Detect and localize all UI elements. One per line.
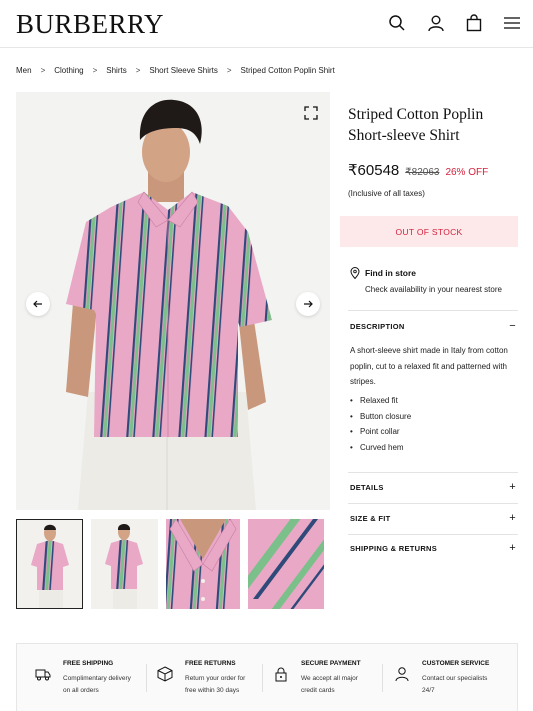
list-item: Relaxed fit (350, 393, 411, 409)
collapse-icon: − (509, 320, 516, 332)
feature-line: on all orders (63, 686, 99, 694)
expand-icon: + (509, 542, 516, 554)
thumbnail-3[interactable] (166, 519, 240, 609)
breadcrumb-separator: > (40, 66, 46, 75)
shipping-returns-accordion-header[interactable]: SHIPPING & RETURNS + (350, 542, 516, 554)
tax-note: (Inclusive of all taxes) (348, 189, 425, 198)
feature-line: credit cards (301, 686, 335, 694)
price-block: ₹60548 ₹82063 26% OFF (348, 161, 488, 179)
divider (146, 664, 147, 692)
account-icon[interactable] (427, 14, 445, 32)
brand-logo[interactable]: BURBERRY (16, 9, 164, 40)
breadcrumb-men[interactable]: Men (16, 66, 32, 75)
product-photo (16, 92, 330, 510)
expand-icon: + (509, 512, 516, 524)
divider (348, 503, 518, 504)
feature-title: CUSTOMER SERVICE (422, 660, 490, 667)
description-accordion-header[interactable]: DESCRIPTION − (350, 320, 516, 332)
list-item: Curved hem (350, 440, 411, 456)
product-title: Striped Cotton Poplin Short-sleeve Shirt (348, 104, 523, 146)
feature-list: Relaxed fit Button closure Point collar … (350, 393, 411, 456)
thumbnail-strip (16, 519, 324, 609)
lock-icon (275, 667, 287, 682)
thumbnail-2[interactable] (91, 519, 158, 609)
feature-title: SECURE PAYMENT (301, 660, 361, 667)
feature-title: FREE SHIPPING (63, 660, 114, 667)
arrow-right-icon (304, 300, 313, 308)
box-icon (157, 666, 173, 682)
feature-description: Contact our specialists 24/7 (422, 673, 502, 696)
find-in-store[interactable]: Find in store Check availability in your… (350, 267, 502, 294)
thumbnail-image (166, 519, 240, 609)
description-label: DESCRIPTION (350, 321, 405, 331)
user-icon (395, 667, 409, 682)
feature-title: FREE RETURNS (185, 660, 236, 667)
divider (262, 664, 263, 692)
product-title-line2: Short-sleeve Shirt (348, 127, 460, 144)
thumbnail-4[interactable] (248, 519, 324, 609)
list-item: Button closure (350, 409, 411, 425)
original-price: ₹82063 (405, 167, 440, 178)
details-accordion-header[interactable]: DETAILS + (350, 481, 516, 493)
feature-line: 24/7 (422, 686, 435, 694)
list-item: Point collar (350, 424, 411, 440)
fullscreen-icon[interactable] (304, 106, 318, 120)
divider (382, 664, 383, 692)
truck-icon (35, 669, 51, 681)
prev-image-button[interactable] (26, 292, 50, 316)
bag-icon[interactable] (465, 14, 483, 32)
feature-line: free within 30 days (185, 686, 240, 694)
breadcrumb-separator: > (135, 66, 141, 75)
discount-badge: 26% OFF (445, 167, 489, 178)
site-header: BURBERRY (0, 0, 533, 48)
search-icon[interactable] (388, 14, 406, 32)
arrow-left-icon (33, 300, 42, 308)
find-in-store-subtitle: Check availability in your nearest store (365, 285, 502, 294)
location-pin-icon (350, 267, 360, 279)
shipping-returns-label: SHIPPING & RETURNS (350, 543, 438, 553)
divider (348, 310, 518, 311)
service-features-bar: FREE SHIPPING Complimentary delivery on a… (16, 643, 518, 711)
thumbnail-image (91, 519, 158, 609)
size-fit-label: SIZE & FIT (350, 513, 391, 523)
menu-icon[interactable] (503, 14, 521, 32)
feature-description: Return your order for free within 30 days (185, 673, 265, 696)
product-title-line1: Striped Cotton Poplin (348, 106, 484, 123)
feature-description: We accept all major credit cards (301, 673, 381, 696)
expand-icon: + (509, 481, 516, 493)
size-fit-accordion-header[interactable]: SIZE & FIT + (350, 512, 516, 524)
feature-line: We accept all major (301, 675, 358, 682)
breadcrumb-separator: > (92, 66, 98, 75)
breadcrumb-separator: > (226, 66, 232, 75)
breadcrumb-current: Striped Cotton Poplin Shirt (240, 66, 335, 75)
description-text: A short-sleeve shirt made in Italy from … (350, 346, 508, 386)
current-price: ₹60548 (348, 162, 400, 179)
thumbnail-image (17, 520, 82, 608)
feature-line: Complimentary delivery (63, 675, 131, 682)
divider (348, 534, 518, 535)
next-image-button[interactable] (296, 292, 320, 316)
breadcrumb-shirts[interactable]: Shirts (106, 66, 126, 75)
thumbnail-image (248, 519, 324, 609)
feature-description: Complimentary delivery on all orders (63, 673, 143, 696)
breadcrumb-short-sleeve-shirts[interactable]: Short Sleeve Shirts (149, 66, 217, 75)
find-in-store-title: Find in store (365, 268, 416, 278)
breadcrumb: Men > Clothing > Shirts > Short Sleeve S… (16, 66, 335, 75)
divider (348, 472, 518, 473)
details-label: DETAILS (350, 482, 384, 492)
breadcrumb-clothing[interactable]: Clothing (54, 66, 83, 75)
product-main-image[interactable] (16, 92, 330, 510)
out-of-stock-button[interactable]: OUT OF STOCK (340, 216, 518, 247)
feature-line: Contact our specialists (422, 675, 488, 682)
feature-line: Return your order for (185, 675, 246, 682)
thumbnail-1[interactable] (16, 519, 83, 609)
